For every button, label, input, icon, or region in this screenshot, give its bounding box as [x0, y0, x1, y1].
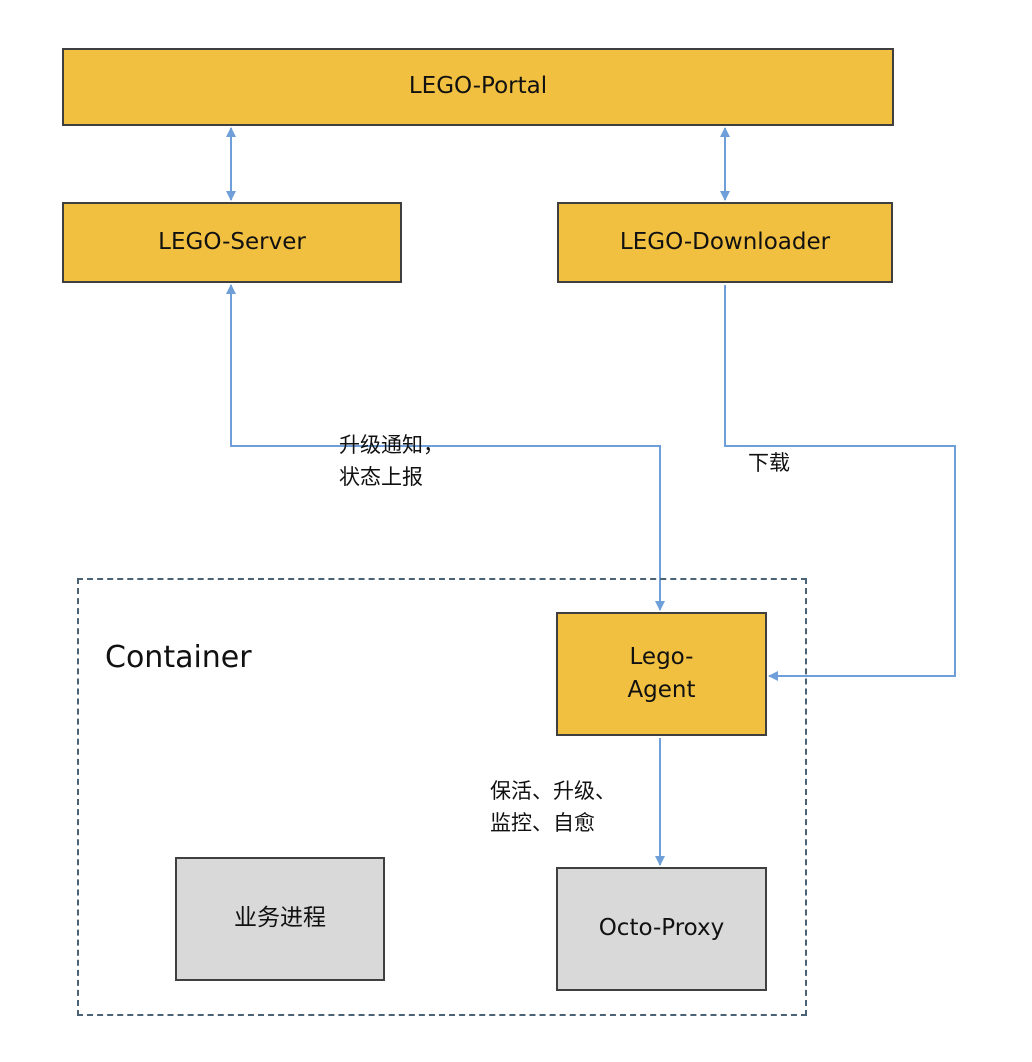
notify-report-label: 升级通知， 状态上报: [339, 433, 444, 489]
lego-portal-node: LEGO-Portal: [62, 48, 894, 126]
download-label: 下载: [748, 451, 790, 475]
business-process-node: 业务进程: [175, 857, 385, 981]
agent-server-arrow: [226, 284, 665, 611]
lego-downloader-node: LEGO-Downloader: [557, 202, 893, 283]
lego-agent-node: Lego- Agent: [556, 612, 767, 736]
octo-proxy-node: Octo-Proxy: [556, 867, 767, 991]
architecture-diagram: Container LEGO-Portal LEGO-Server LEGO-D…: [0, 0, 1032, 1062]
container-label: Container: [105, 640, 252, 675]
keepalive-label: 保活、升级、 监控、自愈: [490, 779, 616, 835]
lego-server-node: LEGO-Server: [62, 202, 402, 283]
